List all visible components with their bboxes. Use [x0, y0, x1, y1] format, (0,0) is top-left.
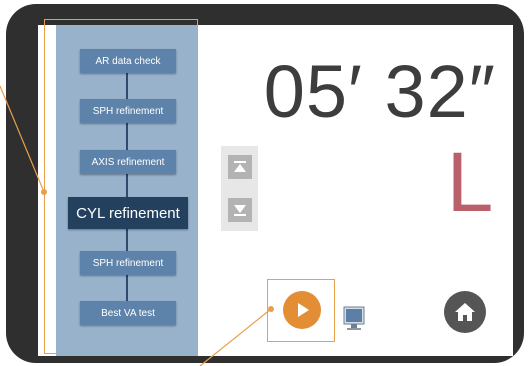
home-button[interactable]: [444, 291, 486, 333]
scroll-to-bottom-button[interactable]: [228, 198, 252, 222]
eye-indicator: L: [446, 135, 494, 229]
scroll-arrow-panel: [221, 146, 258, 231]
play-highlight-box: [267, 279, 335, 342]
home-icon: [455, 303, 475, 321]
sidebar-highlight-box: [44, 19, 198, 354]
monitor-icon[interactable]: [343, 306, 365, 332]
scroll-to-bottom-icon: [234, 205, 246, 216]
scroll-to-top-icon: [234, 161, 246, 172]
elapsed-timer: 05′ 32″: [263, 50, 496, 133]
scroll-to-top-button[interactable]: [228, 155, 252, 179]
